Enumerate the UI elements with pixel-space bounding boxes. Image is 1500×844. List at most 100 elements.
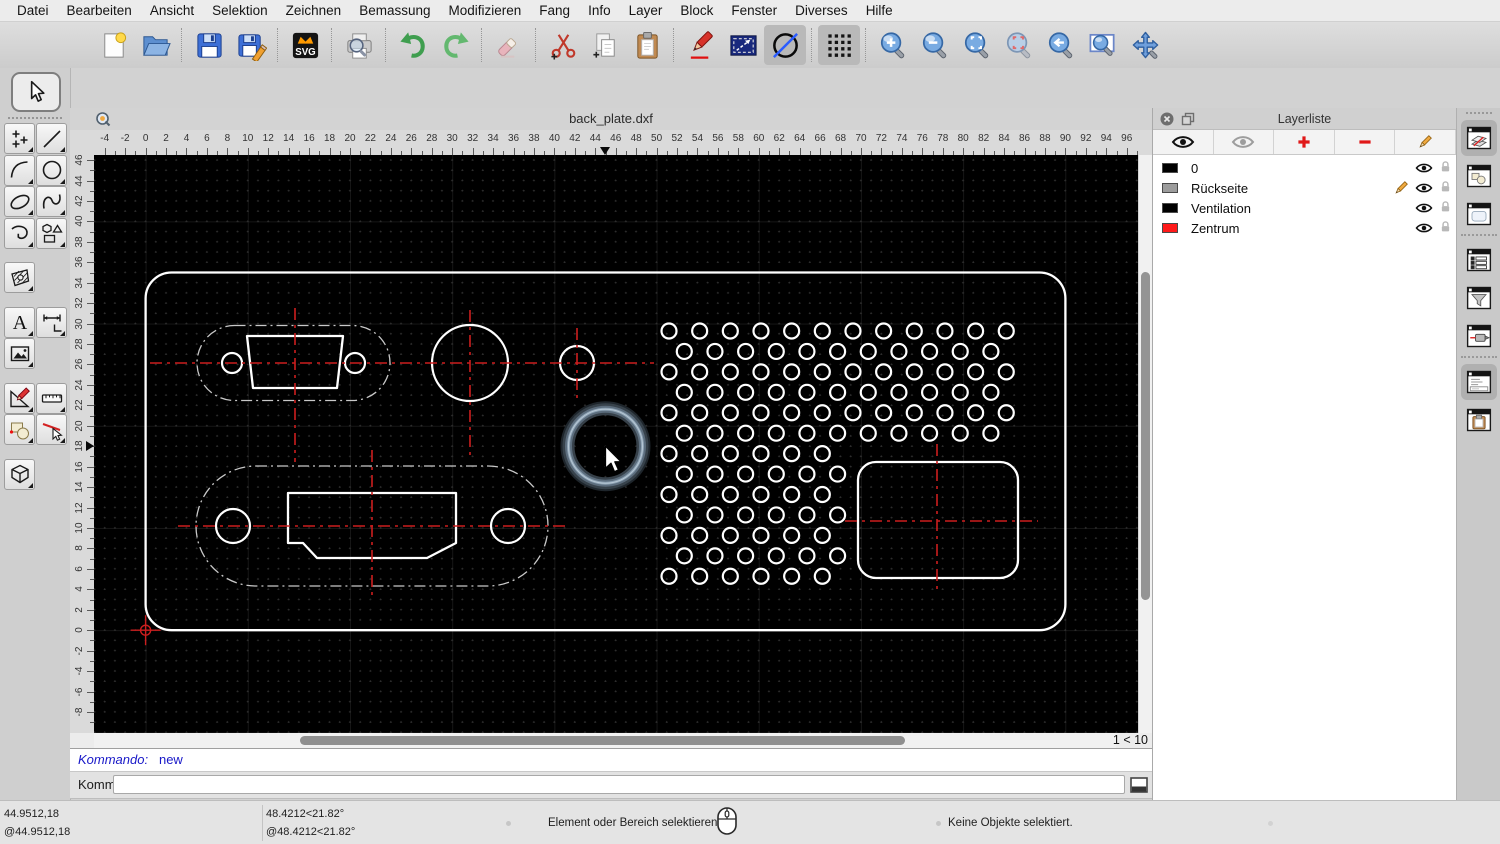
drawing-canvas[interactable]	[94, 155, 1138, 733]
palette-drag-handle[interactable]	[8, 117, 62, 119]
menu-zeichnen[interactable]: Zeichnen	[277, 0, 351, 22]
horizontal-scrollbar[interactable]	[94, 733, 1116, 748]
ruler-label: 12	[74, 501, 85, 514]
menu-ansicht[interactable]: Ansicht	[141, 0, 203, 22]
redo-button[interactable]	[434, 25, 476, 65]
menu-datei[interactable]: Datei	[8, 0, 58, 22]
open-file-button[interactable]	[134, 25, 176, 65]
menu-fang[interactable]: Fang	[530, 0, 579, 22]
cad-vent-hole	[691, 567, 709, 585]
save-button[interactable]	[188, 25, 230, 65]
print-preview-button[interactable]	[338, 25, 380, 65]
layer-visibility-icon[interactable]	[1415, 161, 1433, 174]
tool-text-button[interactable]: A	[4, 306, 35, 338]
layer-visibility-icon[interactable]	[1415, 201, 1433, 214]
layer-row[interactable]: 0	[1153, 158, 1456, 178]
tool-image-button[interactable]	[4, 338, 35, 369]
tool-blocks-button[interactable]	[4, 414, 35, 445]
menu-diverses[interactable]: Diverses	[786, 0, 857, 22]
status-hint: Element oder Bereich selektieren	[548, 817, 718, 829]
zoom-selection-button[interactable]	[998, 25, 1040, 65]
tool-arc-button[interactable]	[4, 154, 35, 186]
edit-layer-button[interactable]	[1395, 130, 1456, 154]
tool-line-button[interactable]	[36, 123, 67, 154]
show-all-layers-button[interactable]	[1153, 130, 1214, 154]
tool-modify-button[interactable]	[4, 382, 35, 414]
property-editor-panel-button[interactable]	[1461, 242, 1497, 278]
menu-bemassung[interactable]: Bemassung	[350, 0, 439, 22]
tool-ellipse-button[interactable]	[4, 186, 35, 217]
menu-info[interactable]: Info	[579, 0, 620, 22]
draw-pen-button[interactable]	[680, 25, 722, 65]
view-list-panel-button[interactable]	[1461, 196, 1497, 232]
menu-bearbeiten[interactable]: Bearbeiten	[58, 0, 141, 22]
zoom-in-icon	[880, 31, 904, 58]
library-browser-panel-button[interactable]	[1461, 318, 1497, 354]
layer-lock-icon[interactable]	[1439, 220, 1452, 235]
tool-circle-button[interactable]	[36, 154, 67, 186]
layer-row[interactable]: Zentrum	[1153, 218, 1456, 238]
hide-all-layers-button[interactable]	[1214, 130, 1275, 154]
paste-button[interactable]	[626, 25, 668, 65]
tool-spline-button[interactable]	[36, 186, 67, 217]
block-list-panel-button[interactable]	[1461, 158, 1497, 194]
layer-color-swatch[interactable]	[1162, 223, 1178, 233]
selection-window-button[interactable]	[722, 25, 764, 65]
menu-fenster[interactable]: Fenster	[722, 0, 786, 22]
zoom-out-button[interactable]	[914, 25, 956, 65]
tool-points-button[interactable]	[4, 123, 35, 154]
remove-layer-button[interactable]	[1335, 130, 1396, 154]
layer-color-swatch[interactable]	[1162, 163, 1178, 173]
command-line-panel-button[interactable]	[1461, 364, 1497, 400]
menu-selektion[interactable]: Selektion	[203, 0, 277, 22]
layer-row[interactable]: Ventilation	[1153, 198, 1456, 218]
vertical-scrollbar[interactable]	[1138, 155, 1152, 733]
tool-dimension-button[interactable]	[36, 306, 67, 338]
delete-button[interactable]	[488, 25, 530, 65]
new-file-icon	[103, 31, 126, 58]
zoom-in-button[interactable]	[872, 25, 914, 65]
layer-lock-icon[interactable]	[1439, 200, 1452, 215]
layer-list-panel-button[interactable]	[1461, 120, 1497, 156]
cut-button[interactable]	[542, 25, 584, 65]
menu-modifizieren[interactable]: Modifizieren	[440, 0, 531, 22]
command-window-icon[interactable]	[1130, 777, 1148, 793]
menu-layer[interactable]: Layer	[620, 0, 672, 22]
zoom-auto-button[interactable]	[956, 25, 998, 65]
cad-vent-hole	[798, 547, 816, 565]
copy-button[interactable]	[584, 25, 626, 65]
horizontal-scrollbar-thumb[interactable]	[300, 736, 905, 745]
command-input[interactable]	[113, 775, 1125, 794]
select-tool-button[interactable]	[11, 72, 61, 112]
grid-toggle-button[interactable]	[818, 25, 860, 65]
zoom-previous-button[interactable]	[1040, 25, 1082, 65]
pan-button[interactable]	[1124, 25, 1166, 65]
draft-circle-button[interactable]	[764, 25, 806, 65]
selection-filter-panel-button[interactable]	[1461, 280, 1497, 316]
layer-lock-icon[interactable]	[1439, 160, 1452, 175]
layer-lock-icon[interactable]	[1439, 180, 1452, 195]
layer-color-swatch[interactable]	[1162, 183, 1178, 193]
layer-visibility-icon[interactable]	[1415, 181, 1433, 194]
vertical-scrollbar-thumb[interactable]	[1141, 272, 1150, 600]
tool-solid-button[interactable]	[4, 458, 35, 490]
menu-block[interactable]: Block	[671, 0, 722, 22]
zoom-window-button[interactable]	[1082, 25, 1124, 65]
layer-color-swatch[interactable]	[1162, 203, 1178, 213]
tool-measure-button[interactable]	[36, 382, 67, 414]
menu-hilfe[interactable]: Hilfe	[857, 0, 902, 22]
tool-select-tools-button[interactable]	[36, 414, 67, 445]
layer-visibility-icon[interactable]	[1415, 221, 1433, 234]
tool-hatch-button[interactable]	[4, 262, 35, 293]
clipboard-panel-panel-button[interactable]	[1461, 402, 1497, 438]
new-file-button[interactable]	[92, 25, 134, 65]
save-as-button[interactable]	[230, 25, 272, 65]
dock-drag-handle[interactable]	[1466, 112, 1492, 114]
export-svg-button[interactable]: SVG	[284, 25, 326, 65]
tool-polyline-button[interactable]	[4, 217, 35, 249]
add-layer-button[interactable]	[1274, 130, 1335, 154]
undo-button[interactable]	[392, 25, 434, 65]
tool-shapes-button[interactable]	[36, 217, 67, 249]
layer-row[interactable]: Rückseite	[1153, 178, 1456, 198]
zoom-auto-icon	[964, 31, 988, 58]
